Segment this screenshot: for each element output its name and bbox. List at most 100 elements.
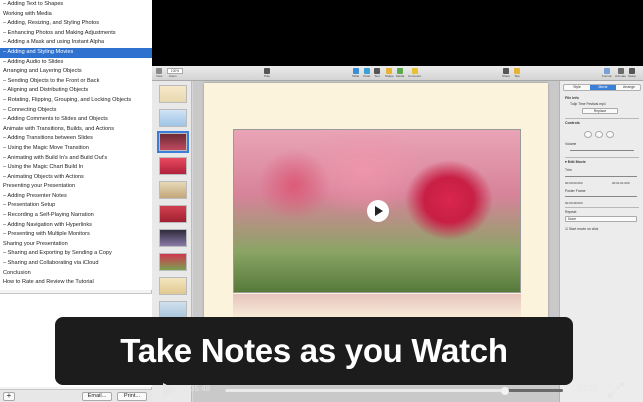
keynote-toolbar-item: Setup [628, 68, 636, 78]
play-icon [367, 200, 389, 222]
file-name: Tulip Time Festival.mp4 [570, 102, 606, 106]
toc-item[interactable]: – Adding Presenter Notes [0, 192, 152, 202]
keynote-toolbar-item: Animate [615, 68, 626, 78]
slide-thumbnail [159, 85, 187, 103]
play-button[interactable] [162, 383, 178, 397]
toolbar-item-label: Play [264, 74, 270, 78]
toc-item[interactable]: – Adding Text to Shapes [0, 0, 152, 10]
toc-item[interactable]: – Adding Comments to Slides and Objects [0, 115, 152, 125]
keynote-toolbar-item: Comment [408, 68, 421, 78]
toc-list[interactable]: – Adding Text to Shapes Working with Medi… [0, 0, 152, 290]
toolbar-item-label: Format [602, 74, 612, 78]
keynote-toolbar-item: Text [374, 68, 380, 78]
toolbar-item-label: Comment [408, 74, 422, 78]
time-elapsed: 05:48 [190, 384, 211, 393]
poster-slider [565, 196, 637, 197]
caption-text: Take Notes as you Watch [120, 332, 508, 369]
toc-item[interactable]: – Sending Objects to the Front or Back [0, 77, 152, 87]
toc-item[interactable]: Sharing your Presentation [0, 240, 152, 250]
toc-item[interactable]: – Rotating, Flipping, Grouping, and Lock… [0, 96, 152, 106]
toc-item[interactable]: – Recording a Self-Playing Narration [0, 211, 152, 221]
trim-end: 00:01:01.000 [612, 181, 630, 185]
slide-thumbnail [159, 205, 187, 223]
controls-label: Controls [565, 121, 580, 125]
volume-slider [570, 150, 634, 151]
repeat-select: None [565, 216, 637, 222]
inspector-tab: Style [573, 85, 581, 89]
toc-item[interactable]: Arranging and Layering Objects [0, 67, 152, 77]
toc-item[interactable]: – Adding and Styling Movies [0, 47, 152, 58]
toolbar-item-label: Shape [385, 74, 394, 78]
replace-button: Replace [582, 108, 618, 114]
toc-item[interactable]: – Adding a Mask and using Instant Alpha [0, 38, 152, 48]
divider [565, 207, 639, 208]
keynote-toolbar-item: Play [264, 68, 270, 78]
zoom-select: 100% [167, 68, 183, 74]
progress-scrubber[interactable] [225, 386, 563, 395]
toolbar-item-label: Animate [615, 74, 627, 78]
toolbar-item-label: View [156, 74, 163, 78]
email-button[interactable]: Email... [82, 392, 112, 401]
keynote-toolbar-item: Shape [385, 68, 394, 78]
slide [204, 83, 548, 323]
slide-thumbnail [159, 277, 187, 295]
player-controls: 05:48 07:01 [152, 378, 643, 402]
toc-item[interactable]: – Connecting Objects [0, 106, 152, 116]
toc-item[interactable]: – Adding Audio to Slides [0, 58, 152, 68]
keynote-toolbar-item: Tips [514, 68, 520, 78]
toc-item[interactable]: – Presentation Setup [0, 201, 152, 211]
divider [565, 157, 639, 158]
keynote-toolbar: View Zoom Play Table Chart Text Shape Media Comm… [152, 66, 643, 81]
toc-item[interactable]: – Enhancing Photos and Making Adjustment… [0, 29, 152, 39]
slide-thumbnail [159, 109, 187, 127]
caption-banner: Take Notes as you Watch [55, 317, 573, 385]
scrubber-handle[interactable] [500, 386, 509, 395]
play-small-icon [595, 131, 603, 138]
toolbar-item-label: Zoom [169, 74, 177, 78]
toc-item[interactable]: Presenting your Presentation [0, 182, 152, 192]
toc-item[interactable]: – Aligning and Distributing Objects [0, 86, 152, 96]
keynote-toolbar-item: Media [396, 68, 404, 78]
poster-frame-label: Poster Frame [565, 189, 586, 193]
toc-item[interactable]: Animate with Transitions, Builds, and Ac… [0, 125, 152, 135]
volume-label: Volume [565, 142, 577, 146]
toc-item[interactable]: – Adding Navigation with Hyperlinks [0, 221, 152, 231]
divider [565, 118, 639, 119]
trim-start: 00:00:00.000 [565, 181, 583, 185]
toc-item[interactable]: – Using the Magic Chart Build In [0, 163, 152, 173]
movie-frame [233, 129, 521, 293]
print-button[interactable]: Print... [117, 392, 147, 401]
toc-item[interactable]: – Animating with Build In's and Build Ou… [0, 154, 152, 164]
toc-item[interactable]: – Presenting with Multiple Monitors [0, 230, 152, 240]
toolbar-item-label: Text [374, 74, 380, 78]
inspector-tab: Arrange [622, 85, 636, 89]
fullscreen-icon[interactable] [608, 382, 624, 398]
slide-thumbnail [157, 131, 189, 153]
toc-item[interactable]: How to Rate and Review the Tutorial [0, 278, 152, 288]
time-total: 07:01 [578, 384, 599, 393]
keynote-toolbar-item: Format [602, 68, 612, 78]
progress-fill [225, 389, 505, 392]
forward-icon [606, 131, 614, 138]
toc-item[interactable]: – Adding Transitions between Slides [0, 134, 152, 144]
toolbar-item-label: Media [396, 74, 405, 78]
keynote-toolbar-item: View [156, 68, 162, 78]
add-note-button[interactable]: + [3, 392, 15, 401]
slide-thumbnail [159, 229, 187, 247]
toc-item[interactable]: Conclusion [0, 269, 152, 279]
toolbar-item-label: Tips [514, 74, 520, 78]
toc-item[interactable]: – Sharing and Exporting by Sending a Cop… [0, 249, 152, 259]
toc-item[interactable]: – Animating Objects with Actions [0, 173, 152, 183]
edit-movie-label: ▾ Edit Movie [565, 160, 586, 164]
toc-item[interactable]: – Using the Magic Move Transition [0, 144, 152, 154]
toc-item[interactable]: – Sharing and Collaborating via iCloud [0, 259, 152, 269]
trim-label: Trim [565, 168, 572, 172]
start-on-click: ☑ Start movie on click [565, 227, 599, 231]
toolbar-item-label: Chart [363, 74, 371, 78]
toc-item[interactable]: – Adding, Resizing, and Styling Photos [0, 19, 152, 29]
toc-item[interactable]: Working with Media [0, 10, 152, 20]
slide-thumbnail [159, 157, 187, 175]
rewind-icon [584, 131, 592, 138]
keynote-toolbar-item: Share [502, 68, 510, 78]
slide-thumbnail [159, 181, 187, 199]
